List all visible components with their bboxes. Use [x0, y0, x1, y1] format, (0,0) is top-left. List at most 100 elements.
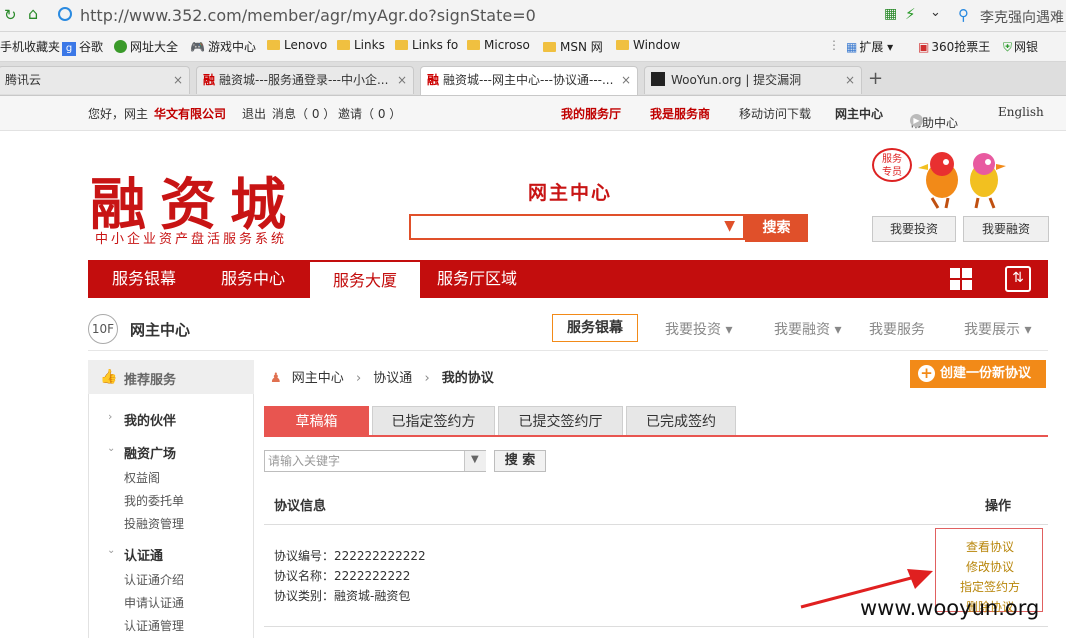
folder-icon [616, 40, 629, 50]
bookmark-360[interactable]: ▣ 360抢票王 [918, 38, 990, 55]
wooyun-icon [651, 72, 665, 86]
folder-icon [267, 40, 280, 50]
tab-drafts[interactable]: 草稿箱 [264, 406, 369, 436]
bookmark-window[interactable]: Window [616, 38, 680, 52]
bookmark-extensions[interactable]: ▦ 扩展 ▾ [846, 38, 893, 55]
sidebar-item-investment-mgmt[interactable]: 投融资管理 [124, 515, 184, 532]
view-agreement-link[interactable]: 查看协议 [936, 538, 1044, 555]
site-logo-subtitle: 中小企业资产盘活服务系统 [95, 232, 288, 247]
greeting-text: 您好，网主 [88, 107, 149, 121]
floor-menu-invest[interactable]: 我要投资 ▾ [665, 319, 732, 339]
sidebar-section-certification[interactable]: 认证通 [124, 545, 163, 564]
agreement-name: 协议名称：2222222222 [274, 569, 411, 583]
sidebar-header: 👍 推荐服务 [88, 360, 254, 394]
keyword-search-button[interactable]: 搜 索 [494, 450, 546, 472]
mobile-download-link[interactable]: 移动访问下载 [739, 105, 811, 122]
invites-link[interactable]: 邀请（ 0 ） [338, 105, 401, 122]
url-input[interactable]: http://www.352.com/member/agr/myAgr.do?s… [80, 6, 536, 25]
nav-service-tower[interactable]: 服务大厦 [310, 262, 420, 298]
floor-title: 网主中心 [130, 321, 191, 339]
logout-link[interactable]: 退出 [242, 105, 266, 122]
bookmark-links-fo[interactable]: Links fo [395, 38, 458, 52]
chevron-down-icon: ⌄ [107, 443, 116, 454]
company-link[interactable]: 华文有限公司 [154, 105, 226, 122]
tab-submitted[interactable]: 已提交签约厅 [498, 406, 623, 436]
watermark: www.wooyun.org [860, 596, 1040, 620]
reload-icon[interactable]: ↻ [4, 6, 17, 24]
home-icon[interactable]: ⌂ [28, 4, 38, 23]
sidebar-item-orders[interactable]: 我的委托单 [124, 492, 184, 509]
bookmark-lenovo[interactable]: Lenovo [267, 38, 327, 52]
tab-wooyun[interactable]: WooYun.org | 提交漏洞 × [644, 66, 862, 94]
sidebar-item-cert-intro[interactable]: 认证通介绍 [124, 571, 184, 588]
site-search-button[interactable]: 搜索 [745, 214, 808, 242]
more-dots-icon[interactable]: ⋮ [828, 38, 840, 52]
dropdown-icon[interactable]: ⌄ [930, 5, 941, 20]
keyword-input[interactable]: 请输入关键字 [264, 450, 486, 472]
floor-menu-display[interactable]: 我要展示 ▾ [964, 319, 1031, 339]
plus-circle-icon [114, 40, 127, 53]
dropdown-arrow-icon[interactable]: ▼ [724, 218, 735, 234]
bookmark-google[interactable]: g 谷歌 [62, 38, 103, 56]
search-icon: ⚲ [958, 6, 969, 24]
invest-button[interactable]: 我要投资 [872, 216, 956, 242]
qr-icon[interactable]: ▦ [884, 6, 897, 22]
keyword-dropdown[interactable]: ▼ [464, 451, 486, 471]
bookmark-links[interactable]: Links [337, 38, 385, 52]
lightning-icon[interactable]: ⚡ [905, 5, 916, 23]
bookmark-msn[interactable]: MSN 网 [543, 38, 603, 55]
tab-login[interactable]: 融融资城---服务通登录---中小企... × [196, 66, 414, 94]
site-search-input[interactable]: ▼ [409, 214, 745, 240]
grid-menu-icon[interactable] [950, 268, 972, 290]
member-center-link[interactable]: 网主中心 [835, 105, 883, 122]
tab-completed[interactable]: 已完成签约 [626, 406, 736, 436]
floor-menu-finance[interactable]: 我要融资 ▾ [774, 319, 841, 339]
service-badge: 服务专员 [872, 148, 912, 182]
sidebar-section-financing[interactable]: 融资广场 [124, 443, 176, 462]
new-tab-button[interactable]: + [868, 68, 883, 89]
sidebar-section-partners[interactable]: 我的伙伴 [124, 410, 176, 429]
bookmark-nav[interactable]: 网址大全 [114, 38, 178, 55]
close-icon[interactable]: × [620, 67, 631, 94]
person-icon: ♟ [270, 371, 282, 386]
sidebar-item-cert-apply[interactable]: 申请认证通 [124, 594, 184, 611]
nav-service-hall-area[interactable]: 服务厅区域 [424, 260, 530, 298]
bookmark-microso[interactable]: Microso [467, 38, 530, 52]
edit-agreement-link[interactable]: 修改协议 [936, 558, 1044, 575]
tab-assigned[interactable]: 已指定签约方 [372, 406, 495, 436]
breadcrumb-item[interactable]: 协议通 [373, 371, 412, 386]
folder-icon [395, 40, 408, 50]
finance-button[interactable]: 我要融资 [963, 216, 1049, 242]
floor-menu-service[interactable]: 我要服务 [869, 319, 925, 339]
column-header-ops: 操作 [985, 499, 1012, 514]
folder-icon [467, 40, 480, 50]
service-provider-link[interactable]: 我是服务商 [650, 105, 710, 122]
tab-tencent[interactable]: 腾讯云 × [0, 66, 190, 94]
folder-icon [543, 42, 556, 52]
sidebar-item-cert-manage[interactable]: 认证通管理 [124, 617, 184, 634]
breadcrumb-item[interactable]: 网主中心 [292, 371, 344, 386]
my-service-hall-link[interactable]: 我的服务厅 [561, 105, 621, 122]
create-agreement-button[interactable]: + 创建一份新协议 [910, 360, 1046, 388]
breadcrumb: ♟ 网主中心 › 协议通 › 我的协议 [270, 367, 494, 386]
bookmark-mobile[interactable]: 手机收藏夹 [0, 38, 60, 55]
bookmark-bank[interactable]: ⛨ 网银 [1003, 38, 1038, 55]
messages-link[interactable]: 消息（ 0 ） [272, 105, 335, 122]
elevator-icon[interactable]: ⇅ [1005, 266, 1031, 292]
floor-service-screen-button[interactable]: 服务银幕 [552, 314, 638, 342]
agreement-type: 协议类别：融资城-融资包 [274, 589, 411, 603]
nav-service-center[interactable]: 服务中心 [200, 260, 306, 298]
bookmark-games[interactable]: 🎮 游戏中心 [190, 38, 256, 55]
english-link[interactable]: English [998, 105, 1044, 119]
sidebar-item-rights[interactable]: 权益阁 [124, 469, 160, 486]
close-icon[interactable]: × [396, 67, 407, 94]
nav-service-screen[interactable]: 服务银幕 [88, 260, 200, 298]
browser-search-input[interactable]: 李克强向遇难 [980, 7, 1064, 27]
tab-underline [264, 435, 1048, 437]
close-icon[interactable]: × [173, 67, 183, 94]
tab-agreement[interactable]: 融融资城---网主中心---协议通---... × [420, 66, 638, 95]
thumbs-up-icon: 👍 [100, 369, 118, 385]
close-icon[interactable]: × [844, 67, 855, 94]
chevron-right-icon: › [108, 410, 113, 423]
assign-signer-link[interactable]: 指定签约方 [936, 578, 1044, 595]
